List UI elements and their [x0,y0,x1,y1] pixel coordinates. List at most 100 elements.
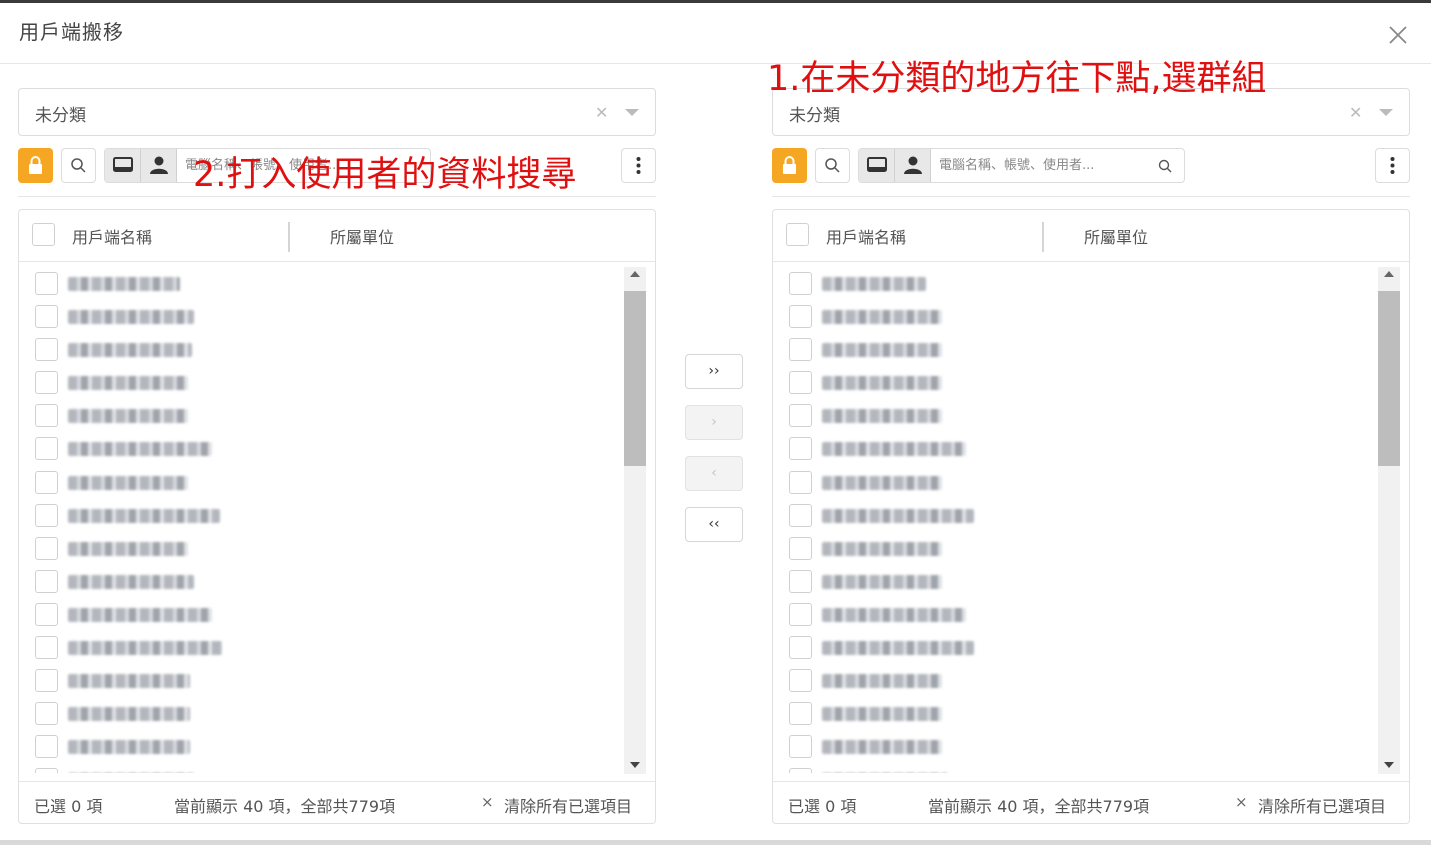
chevron-down-icon[interactable] [1379,109,1393,116]
list-item[interactable] [19,296,619,329]
row-checkbox[interactable] [789,569,812,593]
list-item[interactable] [773,561,1373,594]
close-icon[interactable] [1386,23,1410,47]
list-item[interactable] [773,726,1373,759]
computer-filter-button[interactable] [105,149,141,182]
clear-icon[interactable]: × [481,793,494,811]
row-checkbox[interactable] [789,702,812,726]
lock-button[interactable] [772,148,807,183]
list-item[interactable] [19,693,619,726]
row-checkbox[interactable] [35,371,58,395]
row-checkbox[interactable] [35,702,58,726]
select-all-checkbox[interactable] [32,223,55,246]
scroll-up-arrow-icon[interactable] [630,271,640,277]
scroll-thumb[interactable] [1378,291,1400,466]
scroll-thumb[interactable] [624,291,646,466]
row-checkbox[interactable] [35,569,58,593]
row-checkbox[interactable] [35,669,58,693]
search-toggle-button[interactable] [815,148,850,183]
row-checkbox[interactable] [789,768,812,773]
list-item[interactable] [773,263,1373,296]
row-checkbox[interactable] [35,602,58,626]
list-item[interactable] [773,296,1373,329]
scroll-down-arrow-icon[interactable] [630,762,640,768]
row-checkbox[interactable] [789,536,812,560]
scroll-up-arrow-icon[interactable] [1384,271,1394,277]
list-item[interactable] [773,627,1373,660]
lock-button[interactable] [18,148,53,183]
row-checkbox[interactable] [789,371,812,395]
row-checkbox[interactable] [35,503,58,527]
list-item[interactable] [19,759,619,773]
row-checkbox[interactable] [35,536,58,560]
list-item[interactable] [773,362,1373,395]
list-item[interactable] [773,528,1373,561]
row-checkbox[interactable] [789,470,812,494]
row-checkbox[interactable] [35,338,58,362]
list-item[interactable] [19,726,619,759]
list-item[interactable] [19,495,619,528]
list-item[interactable] [19,561,619,594]
list-item[interactable] [19,594,619,627]
row-checkbox[interactable] [789,602,812,626]
row-checkbox[interactable] [789,669,812,693]
move-left-button[interactable]: ‹ [685,456,743,491]
computer-filter-button[interactable] [859,149,895,182]
clear-selected-link[interactable]: 清除所有已選項目 [504,793,632,817]
list-item[interactable] [773,495,1373,528]
row-checkbox[interactable] [789,437,812,461]
list-item[interactable] [19,660,619,693]
row-checkbox[interactable] [35,470,58,494]
list-item[interactable] [19,528,619,561]
row-checkbox[interactable] [789,404,812,428]
scrollbar[interactable] [624,267,646,774]
list-item[interactable] [19,462,619,495]
row-checkbox[interactable] [35,437,58,461]
list-item[interactable] [19,428,619,461]
row-checkbox[interactable] [789,305,812,329]
move-all-right-button[interactable]: ›› [685,354,743,389]
chevron-down-icon[interactable] [625,109,639,116]
list-item[interactable] [773,462,1373,495]
list-item[interactable] [773,594,1373,627]
list-item[interactable] [19,362,619,395]
clear-icon[interactable]: × [1235,793,1248,811]
row-checkbox[interactable] [789,503,812,527]
user-filter-button[interactable] [141,149,177,182]
scrollbar[interactable] [1378,267,1400,774]
row-checkbox[interactable] [35,735,58,759]
list-item[interactable] [19,263,619,296]
source-group-select[interactable]: 未分類 ✕ [18,88,656,136]
row-checkbox[interactable] [35,636,58,660]
list-item[interactable] [773,329,1373,362]
target-search-input[interactable] [939,149,1149,182]
list-item[interactable] [773,395,1373,428]
row-checkbox[interactable] [35,272,58,295]
row-checkbox[interactable] [35,404,58,428]
more-options-button[interactable] [621,148,656,183]
select-all-checkbox[interactable] [786,223,809,246]
list-item[interactable] [773,660,1373,693]
row-checkbox[interactable] [789,338,812,362]
clear-selection-icon[interactable]: ✕ [595,105,608,121]
list-item[interactable] [773,759,1373,773]
more-options-button[interactable] [1375,148,1410,183]
list-item[interactable] [773,428,1373,461]
list-item[interactable] [19,627,619,660]
search-toggle-button[interactable] [61,148,96,183]
row-checkbox[interactable] [789,636,812,660]
row-checkbox[interactable] [35,768,58,773]
clear-selected-link[interactable]: 清除所有已選項目 [1258,793,1386,817]
row-checkbox[interactable] [789,735,812,759]
scroll-down-arrow-icon[interactable] [1384,762,1394,768]
move-all-left-button[interactable]: ‹‹ [685,507,743,542]
list-item[interactable] [19,329,619,362]
clear-selection-icon[interactable]: ✕ [1349,105,1362,121]
move-right-button[interactable]: › [685,405,743,440]
list-item[interactable] [773,693,1373,726]
user-filter-button[interactable] [895,149,931,182]
row-checkbox[interactable] [789,272,812,295]
search-icon[interactable] [1157,158,1173,178]
row-checkbox[interactable] [35,305,58,329]
list-item[interactable] [19,395,619,428]
